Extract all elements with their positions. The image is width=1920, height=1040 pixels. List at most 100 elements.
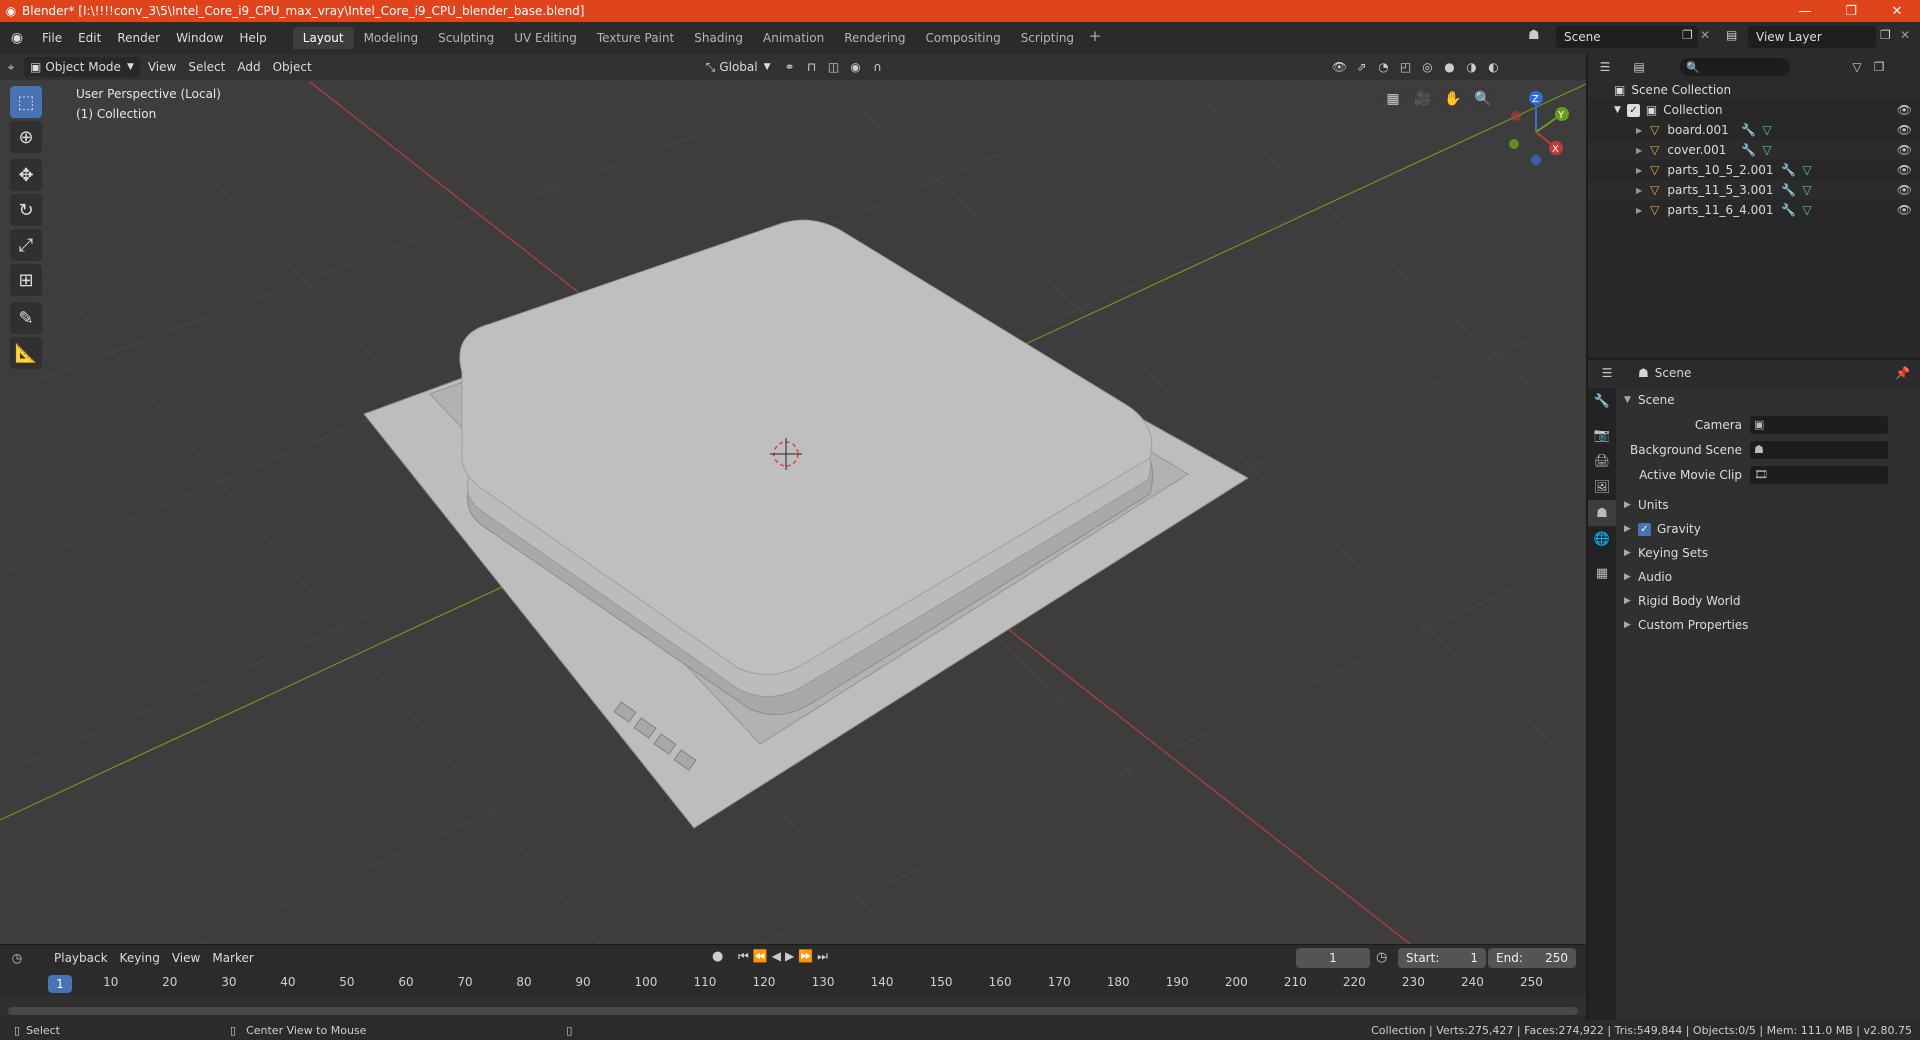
timeline-menu-view[interactable]: View	[166, 948, 206, 968]
modifier-wrench-icon[interactable]: 🔧	[1741, 143, 1756, 157]
eye-icon[interactable]: 👁	[1897, 183, 1912, 197]
navigation-gizmo[interactable]: Z Y X	[1500, 88, 1580, 168]
expand-arrow-icon[interactable]: ▶	[1636, 146, 1642, 155]
end-frame-field[interactable]: End: 250	[1488, 948, 1576, 968]
mesh-data-icon[interactable]: ▽	[1762, 143, 1771, 157]
scene-panel-header[interactable]: ▼ Scene	[1616, 388, 1920, 412]
properties-editor-type-icon[interactable]: ☰	[1596, 363, 1618, 383]
cursor-tool-icon[interactable]: ⊕	[10, 121, 42, 153]
gizmo-toggle-icon[interactable]: ⇗	[1351, 57, 1373, 77]
viewport-menu-view[interactable]: View	[142, 57, 182, 77]
remove-view-layer-icon[interactable]: ✕	[1900, 28, 1910, 42]
camera-view-icon[interactable]: 🎥	[1410, 86, 1436, 112]
filter-icon[interactable]: ▽	[1846, 57, 1868, 77]
wireframe-shading-icon[interactable]: ◎	[1417, 57, 1439, 77]
material-shading-icon[interactable]: ◑	[1461, 57, 1483, 77]
clock-icon[interactable]: ◷	[1376, 950, 1387, 965]
eye-icon[interactable]: 👁	[1897, 203, 1912, 217]
orientation-selector[interactable]: ⤡ Global ▼	[700, 57, 777, 77]
snap-target-icon[interactable]: ◫	[823, 57, 845, 77]
eye-icon[interactable]: 👁	[1897, 163, 1912, 177]
collection-row[interactable]: ▼ ✓ ▣ Collection 👁	[1588, 100, 1920, 120]
remove-scene-icon[interactable]: ✕	[1700, 28, 1710, 42]
maximize-button[interactable]: ❐	[1828, 0, 1874, 22]
mesh-data-icon[interactable]: ▽	[1802, 183, 1811, 197]
menu-window[interactable]: Window	[168, 27, 231, 49]
outliner-object-row[interactable]: ▶ ▽ board.001 🔧 ▽ 👁	[1588, 120, 1920, 140]
modifier-wrench-icon[interactable]: 🔧	[1741, 123, 1756, 137]
tab-modeling[interactable]: Modeling	[354, 27, 429, 49]
tab-layout[interactable]: Layout	[292, 27, 354, 49]
expand-arrow-icon[interactable]: ▶	[1636, 206, 1642, 215]
outliner-object-row[interactable]: ▶ ▽ parts_11_5_3.001 🔧 ▽ 👁	[1588, 180, 1920, 200]
modifier-wrench-icon[interactable]: 🔧	[1781, 163, 1796, 177]
world-tab-icon[interactable]: 🌐	[1588, 526, 1616, 552]
eye-icon[interactable]: 👁	[1897, 123, 1912, 137]
eye-icon[interactable]: 👁	[1897, 143, 1912, 157]
annotate-tool-icon[interactable]: ✎	[10, 302, 42, 334]
scene-selector[interactable]: Scene	[1556, 26, 1698, 48]
timeline-menu-keying[interactable]: Keying	[114, 948, 166, 968]
new-view-layer-icon[interactable]: ❐	[1880, 28, 1891, 42]
menu-render[interactable]: Render	[109, 27, 168, 49]
modifier-wrench-icon[interactable]: 🔧	[1781, 183, 1796, 197]
tab-texture-paint[interactable]: Texture Paint	[587, 27, 684, 49]
move-tool-icon[interactable]: ✥	[10, 159, 42, 191]
transform-tool-icon[interactable]: ⊞	[10, 264, 42, 296]
outliner-object-row[interactable]: ▶ ▽ parts_11_6_4.001 🔧 ▽ 👁	[1588, 200, 1920, 220]
frame-ruler[interactable]: 1 11020304050607080901001101201301401501…	[0, 973, 1586, 995]
mesh-data-icon[interactable]: ▽	[1802, 163, 1811, 177]
toggle-grid-icon[interactable]: ▦	[1380, 86, 1406, 112]
expand-arrow-icon[interactable]: ▶	[1636, 126, 1642, 135]
new-collection-icon[interactable]: ❐	[1868, 57, 1890, 77]
3d-viewport[interactable]: ⌖ ▣ Object Mode ▼ View Select Add Object…	[0, 54, 1586, 944]
tab-compositing[interactable]: Compositing	[915, 27, 1010, 49]
playhead[interactable]: 1	[48, 975, 72, 993]
rendered-shading-icon[interactable]: ◐	[1483, 57, 1505, 77]
overlay-icon[interactable]: ◔	[1373, 57, 1395, 77]
pan-hand-icon[interactable]: ✋	[1440, 86, 1466, 112]
output-tab-icon[interactable]: 🖨	[1588, 448, 1616, 474]
tab-rendering[interactable]: Rendering	[834, 27, 915, 49]
timeline-menu-marker[interactable]: Marker	[206, 948, 259, 968]
gravity-panel-header[interactable]: ▶ ✓ Gravity	[1616, 517, 1920, 541]
playback-controls[interactable]: ⏮⏪◀▶⏩⏭	[738, 949, 832, 964]
viewport-menu-select[interactable]: Select	[182, 57, 231, 77]
current-frame-field[interactable]: 1	[1296, 948, 1370, 968]
falloff-icon[interactable]: ∩	[867, 57, 889, 77]
mode-selector[interactable]: ▣ Object Mode ▼	[24, 57, 140, 77]
audio-panel-header[interactable]: ▶ Audio	[1616, 565, 1920, 589]
record-icon[interactable]: ●	[712, 949, 723, 964]
tab-shading[interactable]: Shading	[684, 27, 753, 49]
display-mode-icon[interactable]: ▤	[1628, 57, 1650, 77]
select-box-tool-icon[interactable]: ⬚	[10, 86, 42, 118]
modifier-wrench-icon[interactable]: 🔧	[1781, 203, 1796, 217]
tab-uv-editing[interactable]: UV Editing	[504, 27, 587, 49]
timeline-menu-playback[interactable]: Playback	[48, 948, 114, 968]
proportional-edit-icon[interactable]: ◉	[845, 57, 867, 77]
blender-menu-icon[interactable]: ◉	[0, 30, 34, 46]
expand-arrow-icon[interactable]: ▶	[1636, 186, 1642, 195]
scene-collection-row[interactable]: ▣ Scene Collection	[1588, 80, 1920, 100]
outliner-object-row[interactable]: ▶ ▽ cover.001 🔧 ▽ 👁	[1588, 140, 1920, 160]
units-panel-header[interactable]: ▶ Units	[1616, 493, 1920, 517]
outliner-object-row[interactable]: ▶ ▽ parts_10_5_2.001 🔧 ▽ 👁	[1588, 160, 1920, 180]
gravity-checkbox[interactable]: ✓	[1638, 522, 1651, 536]
scene-icon[interactable]: ☗	[1528, 28, 1540, 43]
active-movie-clip-field[interactable]: 🎞	[1750, 465, 1888, 484]
menu-file[interactable]: File	[34, 27, 70, 49]
close-button[interactable]: ✕	[1874, 0, 1920, 22]
outliner-search-input[interactable]: 🔍	[1680, 58, 1790, 76]
collection-checkbox[interactable]: ✓	[1626, 103, 1640, 117]
solid-shading-icon[interactable]: ●	[1439, 57, 1461, 77]
zoom-icon[interactable]: 🔍	[1470, 86, 1496, 112]
custom-properties-panel-header[interactable]: ▶ Custom Properties	[1616, 613, 1920, 637]
timeline-editor-type-icon[interactable]: ◷	[6, 948, 28, 968]
add-workspace-button[interactable]: +	[1084, 27, 1106, 49]
tool-tab-icon[interactable]: 🔧	[1588, 388, 1616, 414]
snap-icon[interactable]: ⊓	[801, 57, 823, 77]
tab-scripting[interactable]: Scripting	[1011, 27, 1084, 49]
mesh-data-icon[interactable]: ▽	[1802, 203, 1811, 217]
visibility-icon[interactable]: 👁	[1329, 57, 1351, 77]
measure-tool-icon[interactable]: 📐	[10, 337, 42, 369]
